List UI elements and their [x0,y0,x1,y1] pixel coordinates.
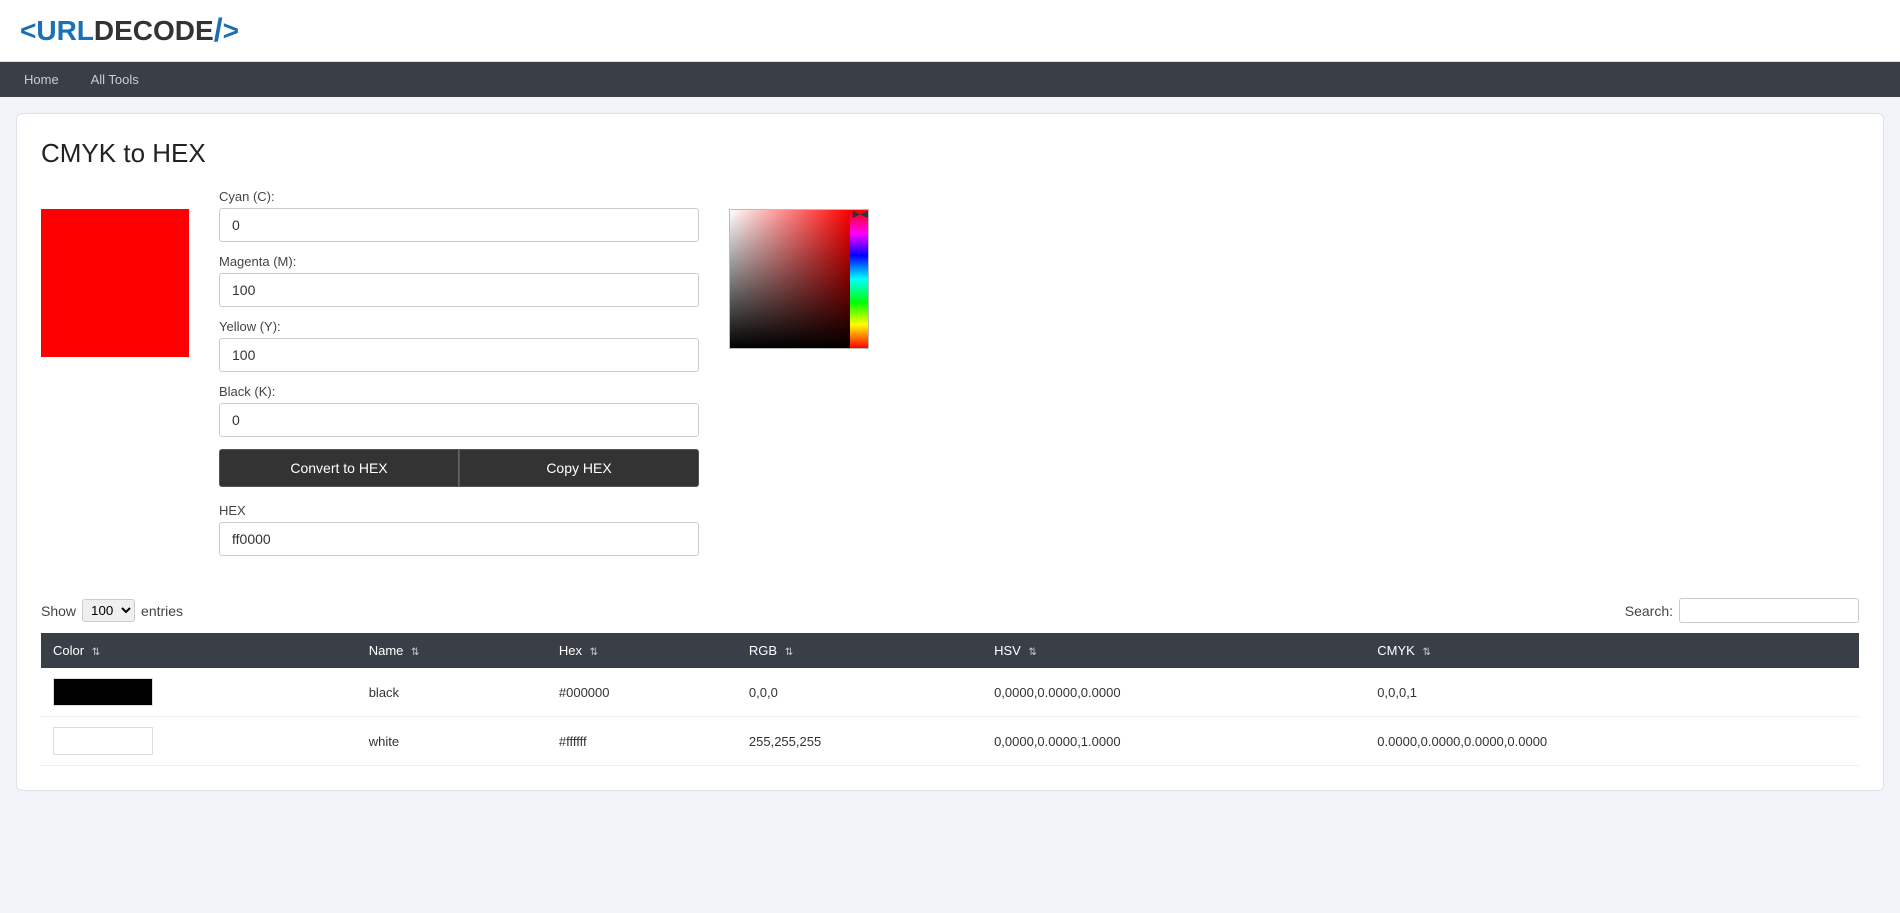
magenta-label: Magenta (M): [219,254,699,269]
black-group: Black (K): [219,384,699,437]
cyan-group: Cyan (C): [219,189,699,242]
col-color-sort-icon: ⇅ [92,647,100,658]
main-container: CMYK to HEX Cyan (C): Magenta (M): Yello… [16,113,1884,791]
convert-button[interactable]: Convert to HEX [219,449,459,487]
entries-select[interactable]: 10 25 50 100 [82,599,135,622]
table-wrapper: Color ⇅ Name ⇅ Hex ⇅ RGB ⇅ [41,633,1859,766]
black-label: Black (K): [219,384,699,399]
row-color-cell [41,717,357,766]
show-label: Show [41,603,76,619]
row-hex-cell: #ffffff [547,717,737,766]
col-rgb[interactable]: RGB ⇅ [737,633,982,668]
col-hex-label: Hex [559,643,582,658]
nav-all-tools[interactable]: All Tools [77,62,153,97]
color-swatch [53,727,153,755]
yellow-label: Yellow (Y): [219,319,699,334]
col-cmyk-sort-icon: ⇅ [1422,647,1430,658]
table-row: white #ffffff 255,255,255 0,0000,0.0000,… [41,717,1859,766]
col-hex[interactable]: Hex ⇅ [547,633,737,668]
row-cmyk-cell: 0.0000,0.0000,0.0000,0.0000 [1365,717,1859,766]
page-title: CMYK to HEX [41,138,1859,169]
search-input[interactable] [1679,598,1859,623]
logo-url: URL [36,15,94,47]
cyan-input[interactable] [219,208,699,242]
search-label: Search: [1625,603,1673,619]
color-table: Color ⇅ Name ⇅ Hex ⇅ RGB ⇅ [41,633,1859,766]
table-body: black #000000 0,0,0 0,0000,0.0000,0.0000… [41,668,1859,766]
table-row: black #000000 0,0,0 0,0000,0.0000,0.0000… [41,668,1859,717]
table-header: Color ⇅ Name ⇅ Hex ⇅ RGB ⇅ [41,633,1859,668]
row-hsv-cell: 0,0000,0.0000,1.0000 [982,717,1365,766]
color-swatch [53,678,153,706]
col-rgb-label: RGB [749,643,777,658]
col-cmyk-label: CMYK [1377,643,1415,658]
row-name-cell: black [357,668,547,717]
row-name-cell: white [357,717,547,766]
table-controls: Show 10 25 50 100 entries Search: [41,598,1859,623]
yellow-input[interactable] [219,338,699,372]
show-entries: Show 10 25 50 100 entries [41,599,183,622]
col-color[interactable]: Color ⇅ [41,633,357,668]
magenta-group: Magenta (M): [219,254,699,307]
yellow-group: Yellow (Y): [219,319,699,372]
col-hsv-label: HSV [994,643,1021,658]
col-cmyk[interactable]: CMYK ⇅ [1365,633,1859,668]
button-row: Convert to HEX Copy HEX [219,449,699,487]
col-hex-sort-icon: ⇅ [590,647,598,658]
entries-label: entries [141,603,183,619]
col-name-sort-icon: ⇅ [411,647,419,658]
logo-slash: / [214,12,223,49]
row-rgb-cell: 0,0,0 [737,668,982,717]
black-input[interactable] [219,403,699,437]
col-name[interactable]: Name ⇅ [357,633,547,668]
hex-input[interactable] [219,522,699,556]
logo-bracket-open: < [20,15,36,47]
col-hsv[interactable]: HSV ⇅ [982,633,1365,668]
logo-bracket-close: > [223,15,239,47]
col-hsv-sort-icon: ⇅ [1028,647,1036,658]
search-area: Search: [1625,598,1859,623]
row-hex-cell: #000000 [547,668,737,717]
col-color-label: Color [53,643,84,658]
main-nav: Home All Tools [0,62,1900,97]
row-rgb-cell: 255,255,255 [737,717,982,766]
hex-group: HEX [219,503,699,556]
nav-home[interactable]: Home [10,62,73,97]
form-area: Cyan (C): Magenta (M): Yellow (Y): Black… [219,189,699,568]
row-color-cell [41,668,357,717]
row-cmyk-cell: 0,0,0,1 [1365,668,1859,717]
row-hsv-cell: 0,0000,0.0000,0.0000 [982,668,1365,717]
color-gradient[interactable] [730,210,850,348]
color-spectrum[interactable] [850,210,868,348]
color-preview [41,209,189,357]
logo: <URLDECODE/> [20,12,1880,49]
copy-hex-button[interactable]: Copy HEX [459,449,699,487]
cyan-label: Cyan (C): [219,189,699,204]
tool-area: Cyan (C): Magenta (M): Yellow (Y): Black… [41,189,1859,568]
header: <URLDECODE/> [0,0,1900,62]
col-rgb-sort-icon: ⇅ [785,647,793,658]
logo-decode: DECODE [94,15,214,47]
color-picker-widget[interactable]: ▶◀ [729,209,869,349]
hex-label: HEX [219,503,699,518]
magenta-input[interactable] [219,273,699,307]
col-name-label: Name [369,643,404,658]
